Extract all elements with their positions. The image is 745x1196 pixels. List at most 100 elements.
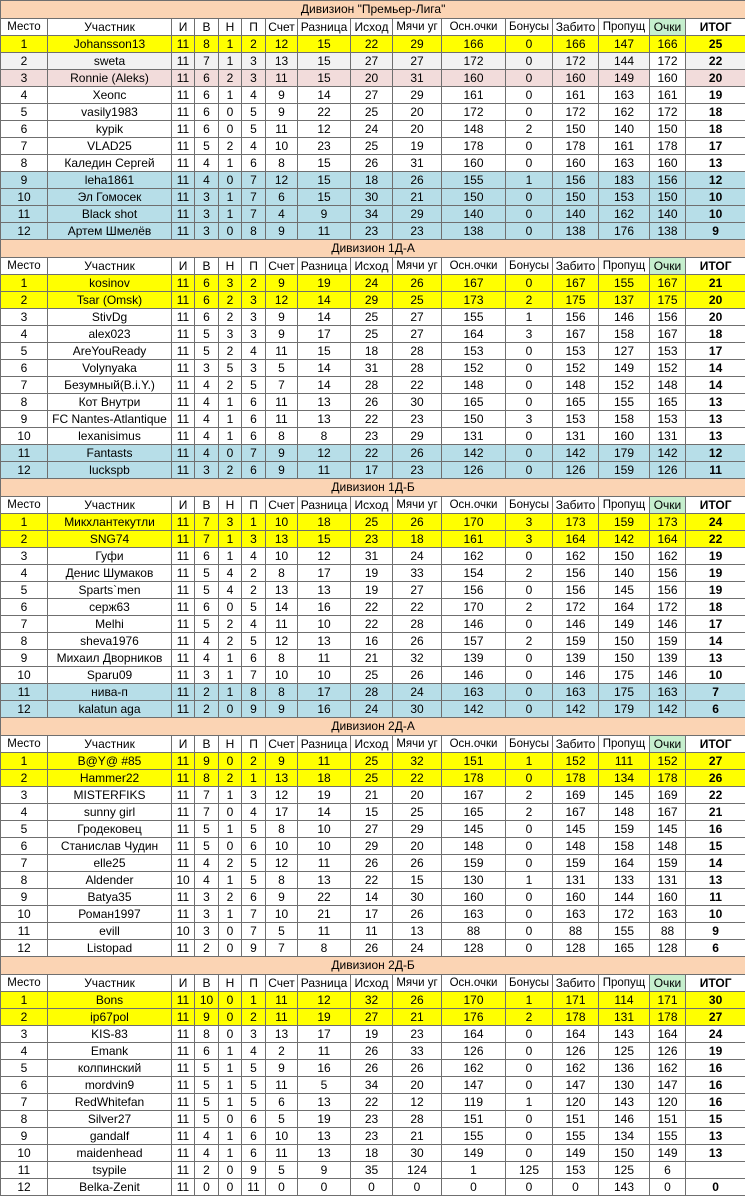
cell-outcome: 18 xyxy=(351,172,393,189)
cell-draws: 0 xyxy=(219,1111,242,1128)
cell-place: 9 xyxy=(1,650,48,667)
table-row: 3StivDg116239142527155115614615620 xyxy=(1,309,745,326)
cell-base: 170 xyxy=(442,599,506,616)
cell-scored: 160 xyxy=(553,70,599,87)
cell-draws: 0 xyxy=(219,121,242,138)
cell-player: Belka-Zenit xyxy=(48,1179,172,1196)
standings-table: Дивизион "Премьер-Лига"МестоУчастникИВНП… xyxy=(0,0,745,1196)
cell-bonus: 0 xyxy=(506,1026,553,1043)
cell-games: 11 xyxy=(172,104,195,121)
cell-games: 11 xyxy=(172,1094,195,1111)
cell-score: 9 xyxy=(266,889,298,906)
cell-wins: 6 xyxy=(195,104,219,121)
cell-place: 10 xyxy=(1,667,48,684)
table-row: 7RedWhitefan115156132212119112014312016 xyxy=(1,1094,745,1111)
cell-outcome: 21 xyxy=(351,787,393,804)
cell-games: 11 xyxy=(172,582,195,599)
table-row: 9Batya35113269221430160016014416011 xyxy=(1,889,745,906)
column-header-corners: Мячи уг xyxy=(393,19,442,36)
cell-draws: 1 xyxy=(219,1043,242,1060)
cell-draws: 1 xyxy=(219,411,242,428)
cell-conceded: 146 xyxy=(599,1111,650,1128)
cell-wins: 7 xyxy=(195,531,219,548)
cell-games: 11 xyxy=(172,155,195,172)
cell-place: 7 xyxy=(1,855,48,872)
cell-draws: 1 xyxy=(219,1060,242,1077)
cell-points: 161 xyxy=(650,87,686,104)
cell-wins: 6 xyxy=(195,599,219,616)
cell-bonus: 0 xyxy=(506,445,553,462)
cell-player: sunny girl xyxy=(48,804,172,821)
cell-total: 13 xyxy=(686,1145,745,1162)
cell-draws: 1 xyxy=(219,787,242,804)
cell-scored: 169 xyxy=(553,787,599,804)
table-row: 6Станислав Чудин115061010292014801481581… xyxy=(1,838,745,855)
cell-score: 10 xyxy=(266,667,298,684)
cell-conceded: 136 xyxy=(599,1060,650,1077)
column-header-base: Осн.очки xyxy=(442,19,506,36)
cell-draws: 4 xyxy=(219,565,242,582)
cell-total: 18 xyxy=(686,104,745,121)
cell-corners: 28 xyxy=(393,616,442,633)
cell-player: Hammer22 xyxy=(48,770,172,787)
cell-points: 156 xyxy=(650,565,686,582)
cell-losses: 3 xyxy=(242,53,266,70)
cell-corners: 28 xyxy=(393,1111,442,1128)
cell-place: 7 xyxy=(1,138,48,155)
cell-diff: 14 xyxy=(298,87,351,104)
cell-scored: 148 xyxy=(553,838,599,855)
cell-games: 11 xyxy=(172,1009,195,1026)
cell-points: 147 xyxy=(650,1077,686,1094)
cell-place: 1 xyxy=(1,514,48,531)
table-row: 3KIS-831180313171923164016414316424 xyxy=(1,1026,745,1043)
cell-games: 11 xyxy=(172,206,195,223)
column-header-outcome: Исход xyxy=(351,736,393,753)
cell-games: 11 xyxy=(172,428,195,445)
cell-wins: 6 xyxy=(195,309,219,326)
cell-outcome: 29 xyxy=(351,838,393,855)
cell-diff: 15 xyxy=(298,189,351,206)
cell-score: 8 xyxy=(266,872,298,889)
cell-losses: 6 xyxy=(242,428,266,445)
cell-total: 10 xyxy=(686,667,745,684)
cell-corners: 27 xyxy=(393,309,442,326)
cell-base: 178 xyxy=(442,770,506,787)
cell-wins: 4 xyxy=(195,428,219,445)
cell-bonus: 2 xyxy=(506,633,553,650)
cell-outcome: 28 xyxy=(351,684,393,701)
cell-wins: 3 xyxy=(195,360,219,377)
cell-outcome: 23 xyxy=(351,223,393,240)
cell-points: 164 xyxy=(650,531,686,548)
cell-conceded: 114 xyxy=(599,992,650,1009)
cell-place: 1 xyxy=(1,36,48,53)
cell-outcome: 24 xyxy=(351,701,393,718)
cell-player: Emank xyxy=(48,1043,172,1060)
cell-total: 18 xyxy=(686,326,745,343)
cell-corners: 29 xyxy=(393,206,442,223)
cell-games: 11 xyxy=(172,838,195,855)
cell-conceded: 131 xyxy=(599,1009,650,1026)
cell-scored: 164 xyxy=(553,1026,599,1043)
cell-diff: 11 xyxy=(298,1043,351,1060)
cell-outcome: 25 xyxy=(351,753,393,770)
cell-player: Гуфи xyxy=(48,548,172,565)
cell-total: 18 xyxy=(686,121,745,138)
cell-base: 155 xyxy=(442,1128,506,1145)
cell-score: 6 xyxy=(266,1094,298,1111)
cell-corners: 20 xyxy=(393,121,442,138)
cell-outcome: 22 xyxy=(351,36,393,53)
cell-outcome: 22 xyxy=(351,411,393,428)
cell-outcome: 27 xyxy=(351,1009,393,1026)
cell-diff: 17 xyxy=(298,1026,351,1043)
cell-draws: 2 xyxy=(219,138,242,155)
cell-corners: 31 xyxy=(393,155,442,172)
cell-total: 13 xyxy=(686,428,745,445)
cell-total: 14 xyxy=(686,855,745,872)
cell-points: 148 xyxy=(650,377,686,394)
table-row: 7VLAD251152410232519178017816117817 xyxy=(1,138,745,155)
column-header-total: ИТОГ xyxy=(686,975,745,992)
cell-points: 162 xyxy=(650,548,686,565)
cell-wins: 7 xyxy=(195,804,219,821)
cell-score: 6 xyxy=(266,189,298,206)
table-row: 2Tsar (Omsk)1162312142925173217513717520 xyxy=(1,292,745,309)
